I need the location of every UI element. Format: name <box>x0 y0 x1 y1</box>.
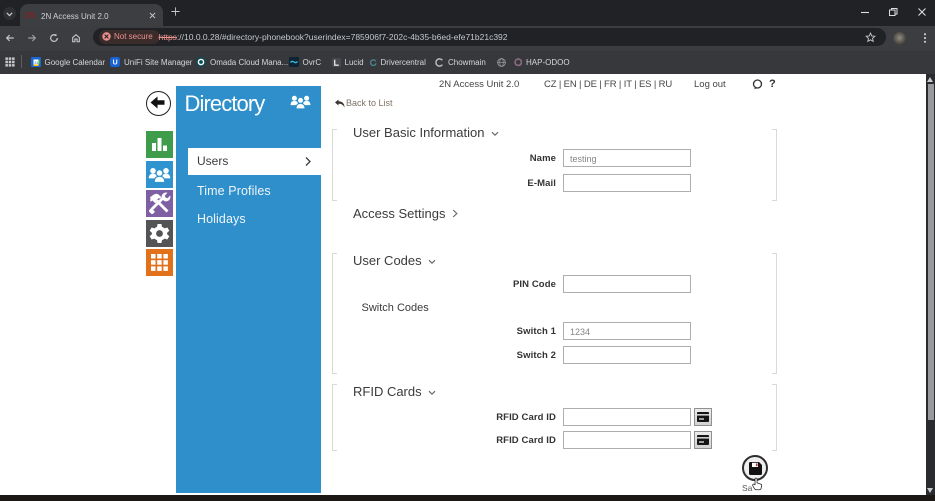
svg-text:31: 31 <box>34 60 39 65</box>
svg-text:U: U <box>113 60 118 67</box>
